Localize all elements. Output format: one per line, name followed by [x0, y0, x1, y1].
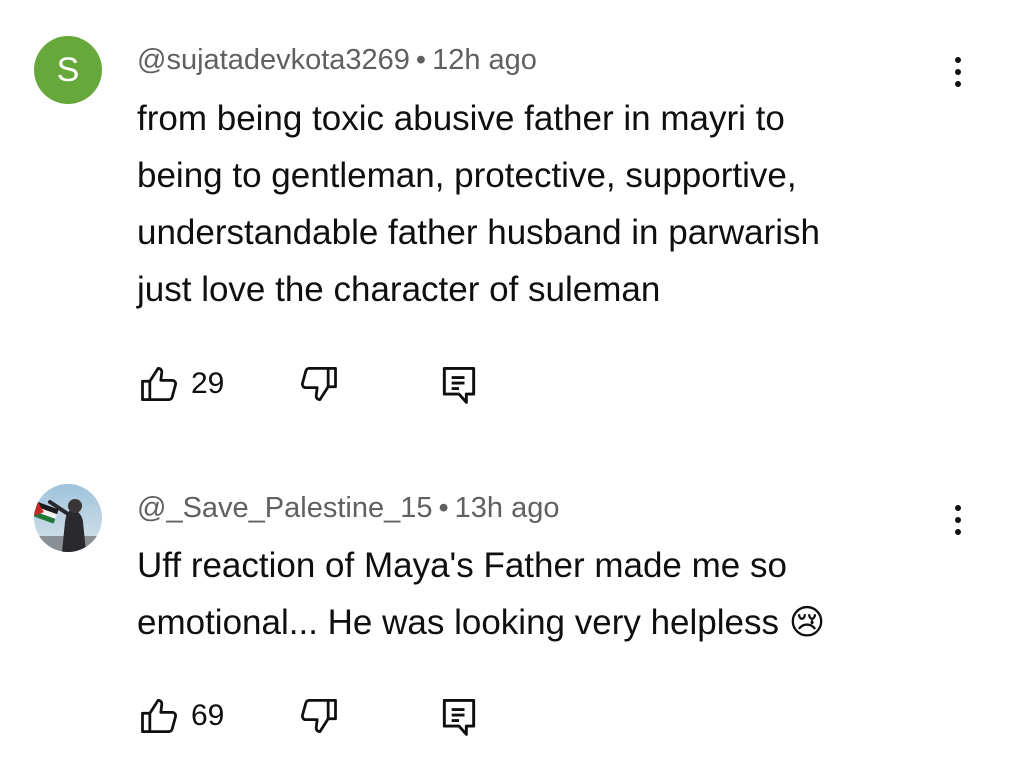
reply-button[interactable] [437, 360, 481, 408]
comment-2: @_Save_Palestine_15 • 13h ago Uff reaction… [0, 430, 1024, 760]
thumbs-down-icon [301, 367, 337, 401]
timestamp[interactable]: 13h ago [455, 492, 560, 524]
avatar-letter: S [56, 50, 80, 89]
more-vert-icon[interactable] [940, 48, 976, 96]
thumbs-down-icon [301, 699, 337, 733]
comment-text: Uff reaction of Maya's Father made me so… [137, 537, 957, 651]
separator: • [415, 44, 427, 76]
separator: • [438, 492, 449, 524]
reply-icon [442, 698, 476, 736]
comment-header: @_Save_Palestine_15 • 13h ago [137, 492, 559, 525]
avatar[interactable] [34, 484, 102, 552]
comment-actions: 29 [137, 360, 537, 408]
timestamp[interactable]: 12h ago [432, 44, 537, 76]
dislike-button[interactable] [297, 692, 341, 740]
like-button[interactable]: 29 [137, 360, 224, 408]
thumbs-up-icon [141, 367, 177, 401]
like-button[interactable]: 69 [137, 692, 224, 740]
author-name[interactable]: @_Save_Palestine_15 [137, 492, 432, 524]
comment-1: S @sujatadevkota3269 • 12h ago from being … [0, 0, 1024, 430]
reply-icon [442, 366, 476, 404]
comment-header: @sujatadevkota3269 • 12h ago [137, 44, 537, 77]
thumbs-up-icon [141, 699, 177, 733]
comment-actions: 69 [137, 692, 537, 740]
comment-line: from being toxic abusive father in mayri… [137, 99, 785, 138]
reply-button[interactable] [437, 692, 481, 740]
dislike-button[interactable] [297, 360, 341, 408]
avatar-photo-image [34, 484, 102, 552]
comment-line: being to gentleman, protective, supporti… [137, 156, 797, 195]
comment-line: Uff reaction of Maya's Father made me so [137, 546, 787, 585]
like-count: 29 [191, 367, 225, 400]
comment-line: emotional... He was looking very helples… [137, 603, 826, 642]
comment-line: understandable father husband in parwari… [137, 213, 820, 252]
like-count: 69 [191, 699, 225, 732]
comment-text: from being toxic abusive father in mayri… [137, 90, 957, 318]
avatar[interactable]: S [34, 36, 102, 104]
author-name[interactable]: @sujatadevkota3269 [137, 44, 410, 76]
comment-line: just love the character of suleman [137, 270, 661, 309]
